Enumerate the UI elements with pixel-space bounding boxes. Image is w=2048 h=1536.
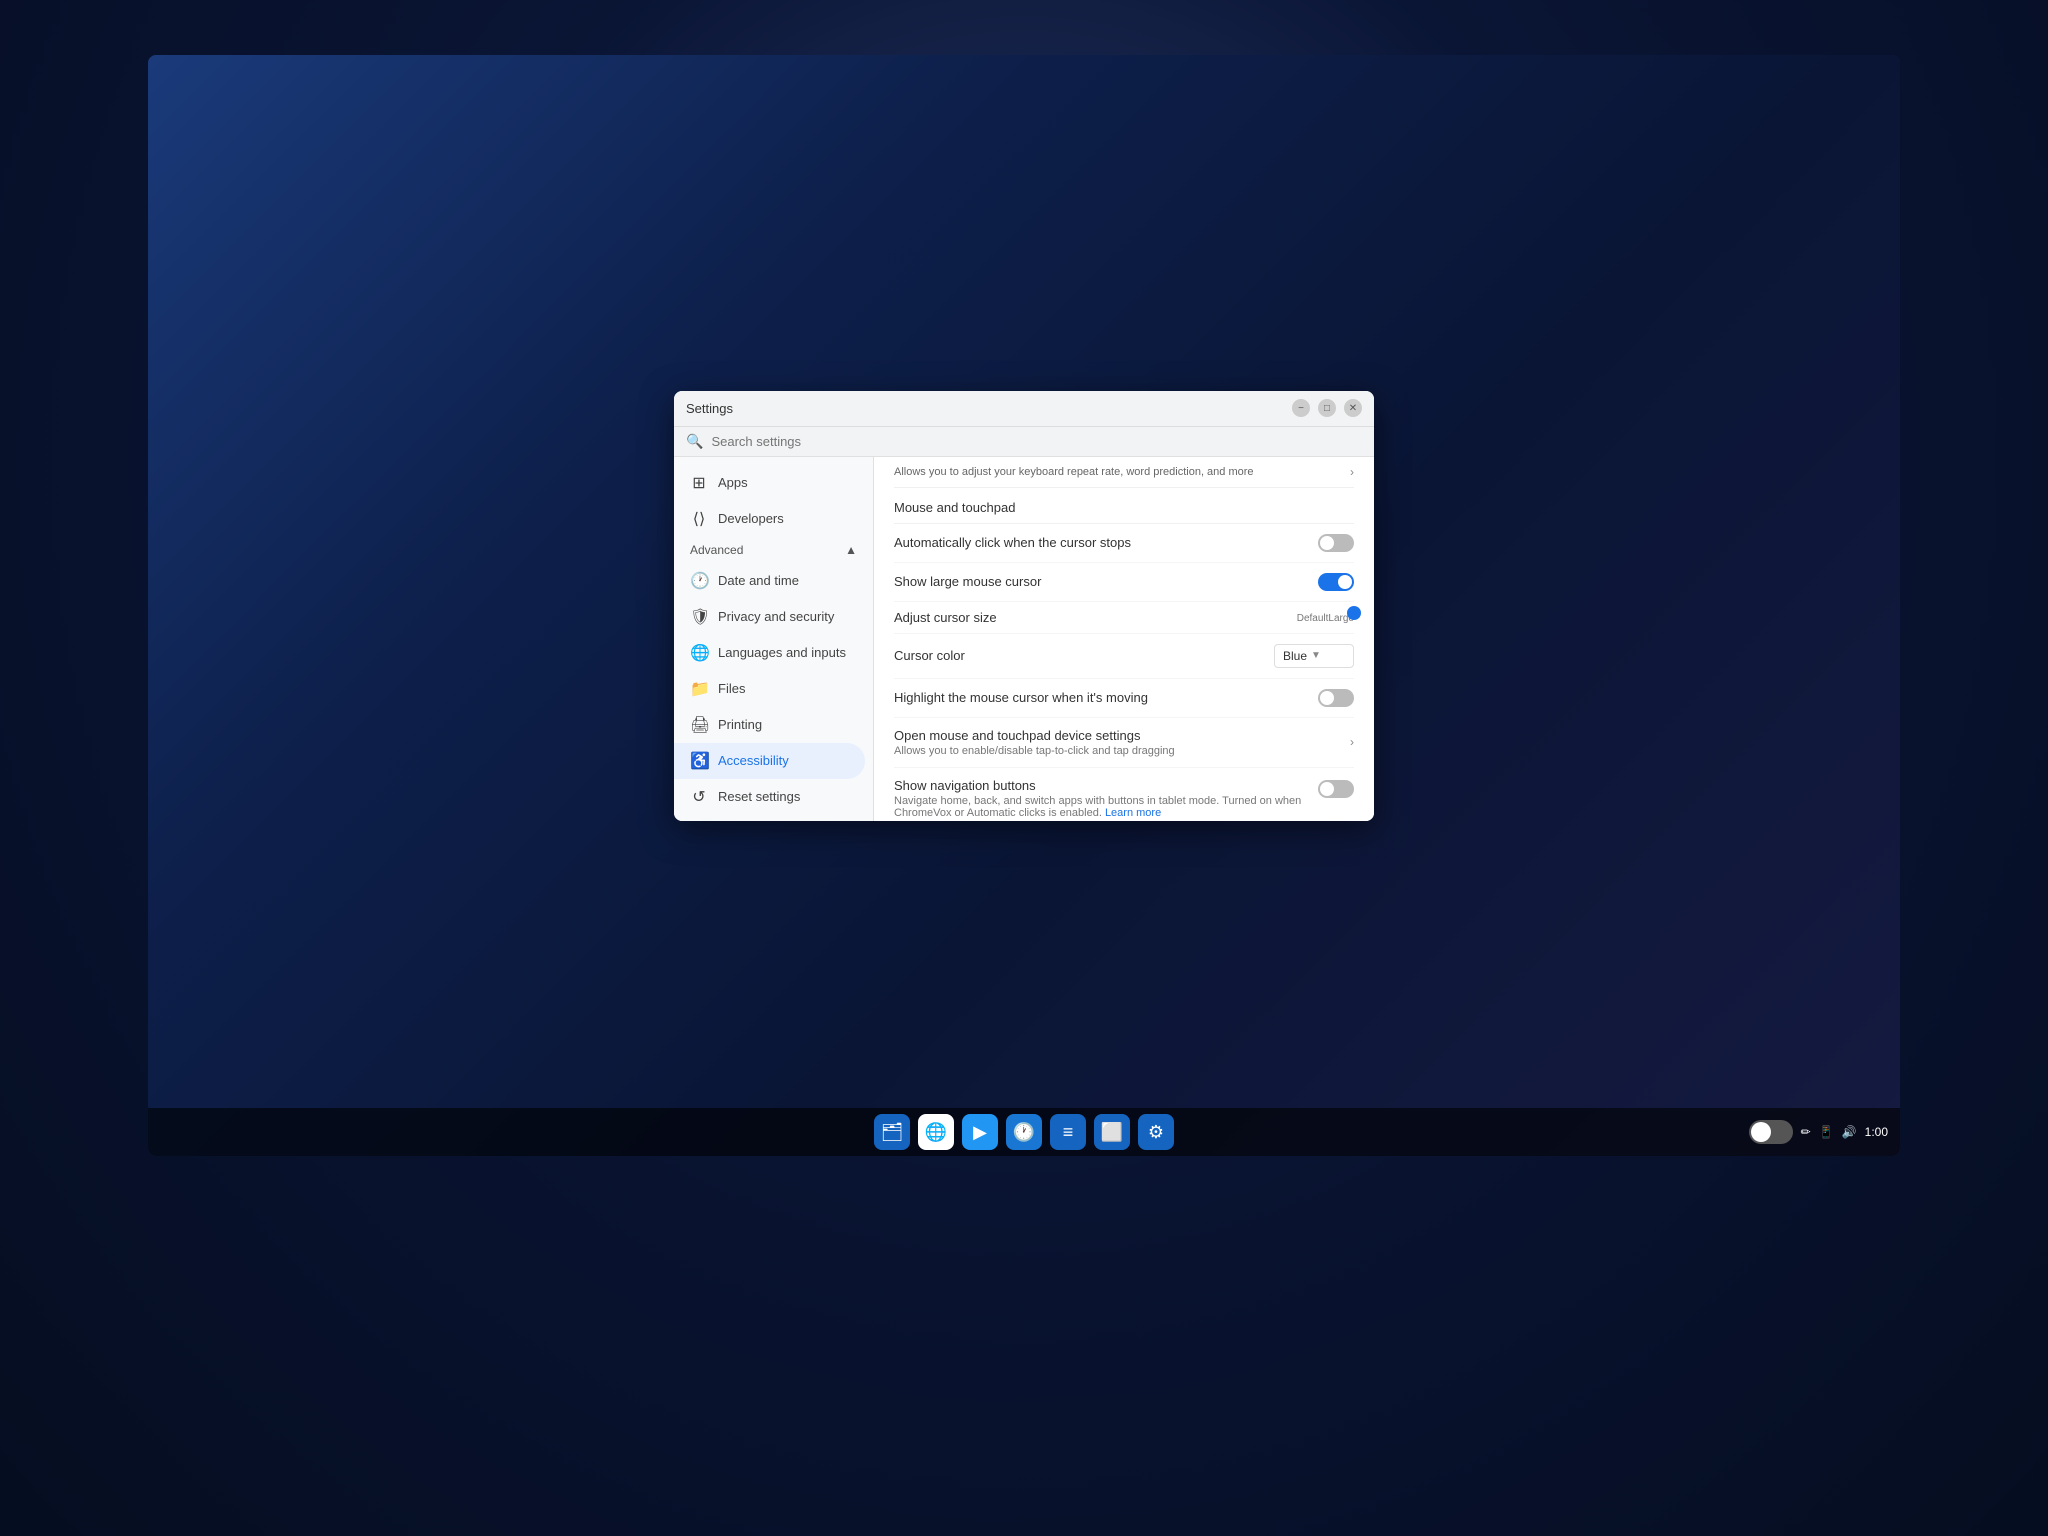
taskbar: 🗂 🌐 ▶ 🕐 ≡ ⬜ ⚙ ✏ 📱 🔊 1:00 [148, 1108, 1900, 1156]
cursor-size-slider-container: Default Large [1194, 611, 1354, 624]
search-icon: 🔍 [686, 433, 703, 450]
mouse-settings-label: Open mouse and touchpad device settings [894, 728, 1350, 743]
cursor-color-label: Cursor color [894, 648, 965, 663]
accessibility-icon: ♿ [690, 751, 708, 771]
highlight-cursor-toggle[interactable] [1318, 689, 1354, 707]
taskbar-system-tray: ✏ 📱 🔊 1:00 [1749, 1120, 1888, 1144]
nav-buttons-label: Show navigation buttons [894, 778, 1318, 793]
taskbar-play-icon[interactable]: ▶ [962, 1114, 998, 1150]
taskbar-time: 1:00 [1865, 1125, 1888, 1139]
highlight-cursor-label: Highlight the mouse cursor when it's mov… [894, 690, 1148, 705]
auto-click-row: Automatically click when the cursor stop… [894, 524, 1354, 563]
sidebar-item-printing-label: Printing [718, 717, 762, 732]
sidebar-item-apps-label: Apps [718, 475, 748, 490]
highlight-cursor-row: Highlight the mouse cursor when it's mov… [894, 679, 1354, 718]
cursor-size-slider-thumb[interactable] [1347, 606, 1361, 620]
taskbar-sound-icon: 🔊 [1842, 1125, 1857, 1139]
advanced-section: Advanced ▲ [674, 537, 873, 563]
developers-icon: ⟨⟩ [690, 509, 708, 529]
advanced-expand-icon: ▲ [845, 543, 857, 557]
sidebar-item-privacy-label: Privacy and security [718, 609, 834, 624]
settings-window: Settings − □ ✕ 🔍 ⊞ Apps ⟨⟩ Develope [674, 391, 1374, 821]
mouse-settings-desc: Allows you to enable/disable tap-to-clic… [894, 745, 1350, 757]
large-cursor-label: Show large mouse cursor [894, 574, 1041, 589]
sidebar-item-accessibility-label: Accessibility [718, 753, 789, 768]
sidebar-item-reset-label: Reset settings [718, 789, 800, 804]
printing-icon: 🖨 [690, 715, 708, 735]
languages-icon: 🌐 [690, 643, 708, 663]
large-cursor-toggle[interactable] [1318, 573, 1354, 591]
about-chrome-os-link[interactable]: About Chrome OS [674, 815, 873, 821]
taskbar-toggle[interactable] [1749, 1120, 1793, 1144]
sidebar-item-accessibility[interactable]: ♿ Accessibility [674, 743, 865, 779]
maximize-button[interactable]: □ [1318, 399, 1336, 417]
main-content: ⊞ Apps ⟨⟩ Developers Advanced ▲ 🕐 Date a… [674, 457, 1374, 821]
taskbar-pencil-icon: ✏ [1801, 1125, 1811, 1139]
nav-buttons-learn-more-link[interactable]: Learn more [1105, 807, 1161, 819]
sidebar-item-developers[interactable]: ⟨⟩ Developers [674, 501, 865, 537]
mouse-settings-arrow-icon: › [1350, 735, 1354, 749]
taskbar-settings-icon[interactable]: ⚙ [1138, 1114, 1174, 1150]
nav-buttons-row: Show navigation buttons Navigate home, b… [894, 768, 1354, 821]
search-bar: 🔍 [674, 427, 1374, 457]
apps-icon: ⊞ [690, 473, 708, 493]
keyboard-row-arrow: › [1350, 465, 1354, 479]
auto-click-label: Automatically click when the cursor stop… [894, 535, 1131, 550]
sidebar-item-date-time-label: Date and time [718, 573, 799, 588]
sidebar-item-reset[interactable]: ↺ Reset settings [674, 779, 865, 815]
sidebar-item-files[interactable]: 📁 Files [674, 671, 865, 707]
title-bar: Settings − □ ✕ [674, 391, 1374, 427]
taskbar-files-icon[interactable]: 🗂 [874, 1114, 910, 1150]
sidebar-item-files-label: Files [718, 681, 745, 696]
sidebar-item-languages[interactable]: 🌐 Languages and inputs [674, 635, 865, 671]
nav-buttons-desc: Navigate home, back, and switch apps wit… [894, 795, 1318, 819]
mouse-settings-row[interactable]: Open mouse and touchpad device settings … [894, 718, 1354, 768]
sidebar-item-printing[interactable]: 🖨 Printing [674, 707, 865, 743]
reset-icon: ↺ [690, 787, 708, 807]
minimize-button[interactable]: − [1292, 399, 1310, 417]
content-scroll: Allows you to adjust your keyboard repea… [874, 457, 1374, 821]
mouse-section-header: Mouse and touchpad [894, 488, 1354, 524]
sidebar-item-developers-label: Developers [718, 511, 784, 526]
taskbar-phone-icon: 📱 [1819, 1125, 1834, 1139]
auto-click-toggle[interactable] [1318, 534, 1354, 552]
nav-buttons-text: Show navigation buttons Navigate home, b… [894, 778, 1318, 819]
keyboard-desc-text: Allows you to adjust your keyboard repea… [894, 466, 1350, 478]
taskbar-clock-icon[interactable]: 🕐 [1006, 1114, 1042, 1150]
taskbar-window-icon[interactable]: ⬜ [1094, 1114, 1130, 1150]
files-icon: 📁 [690, 679, 708, 699]
sidebar-item-privacy[interactable]: 🛡 Privacy and security [674, 599, 865, 635]
large-cursor-row: Show large mouse cursor [894, 563, 1354, 602]
cursor-size-slider-labels: Default Large [1297, 613, 1354, 624]
search-input[interactable] [711, 434, 1362, 449]
sidebar: ⊞ Apps ⟨⟩ Developers Advanced ▲ 🕐 Date a… [674, 457, 874, 821]
content-area: Allows you to adjust your keyboard repea… [874, 457, 1374, 821]
privacy-icon: 🛡 [690, 607, 708, 627]
mouse-settings-text: Open mouse and touchpad device settings … [894, 728, 1350, 757]
taskbar-apps-icon[interactable]: ≡ [1050, 1114, 1086, 1150]
cursor-size-label: Adjust cursor size [894, 610, 997, 625]
dropdown-arrow-icon: ▼ [1311, 650, 1321, 661]
window-title: Settings [686, 401, 1292, 416]
nav-buttons-toggle[interactable] [1318, 780, 1354, 798]
sidebar-item-languages-label: Languages and inputs [718, 645, 846, 660]
slider-min-label: Default [1297, 613, 1329, 624]
advanced-label: Advanced [690, 543, 743, 557]
cursor-color-row: Cursor color Blue ▼ [894, 634, 1354, 679]
close-button[interactable]: ✕ [1344, 399, 1362, 417]
screen-container: Settings − □ ✕ 🔍 ⊞ Apps ⟨⟩ Develope [148, 55, 1900, 1156]
sidebar-item-date-time[interactable]: 🕐 Date and time [674, 563, 865, 599]
sidebar-item-apps[interactable]: ⊞ Apps [674, 465, 865, 501]
cursor-color-dropdown[interactable]: Blue ▼ [1274, 644, 1354, 668]
date-time-icon: 🕐 [690, 571, 708, 591]
cursor-size-row: Adjust cursor size Default Large [894, 602, 1354, 634]
cursor-color-value: Blue [1283, 649, 1307, 663]
taskbar-chrome-icon[interactable]: 🌐 [918, 1114, 954, 1150]
keyboard-desc-row: Allows you to adjust your keyboard repea… [894, 457, 1354, 488]
window-controls: − □ ✕ [1292, 399, 1362, 417]
